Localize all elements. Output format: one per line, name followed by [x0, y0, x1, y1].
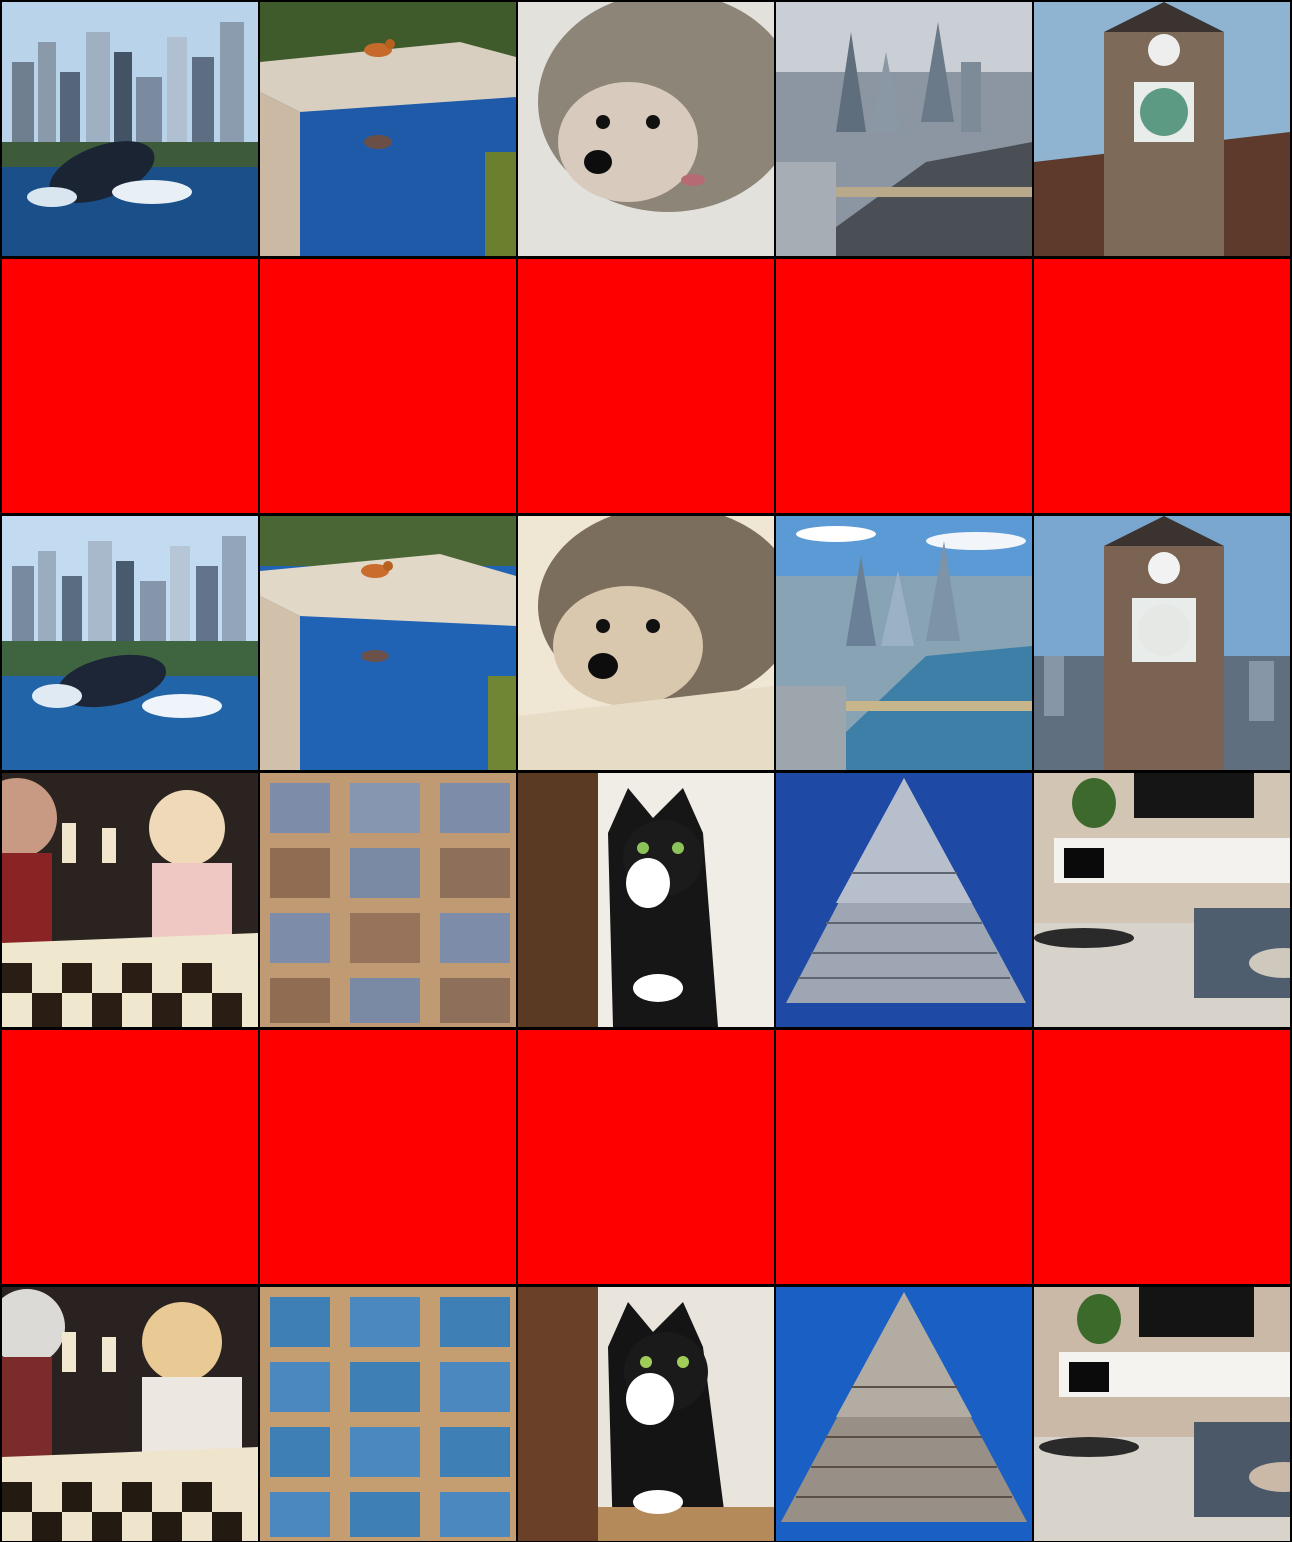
bookshelves-image — [260, 1287, 516, 1541]
tile-chess-photo — [2, 773, 258, 1027]
masked-tile — [1034, 259, 1290, 513]
clocktower-image — [1034, 516, 1290, 770]
tile-cat-photo — [518, 773, 774, 1027]
tile-pyramid-photo — [776, 773, 1032, 1027]
masked-tile — [260, 1030, 516, 1284]
tile-bookshelf-photo — [260, 773, 516, 1027]
masked-tile — [518, 259, 774, 513]
tuxedo-cat-image — [518, 1287, 774, 1541]
pyramid-image — [776, 1287, 1032, 1541]
clocktower-image — [1034, 2, 1290, 256]
tuxedo-cat-image — [518, 773, 774, 1027]
pyramid-image — [776, 773, 1032, 1027]
whale-skyline-image — [2, 2, 258, 256]
tile-livingroom-painted — [1034, 1287, 1290, 1541]
tile-chess-painted — [2, 1287, 258, 1541]
masked-tile — [260, 259, 516, 513]
london-aerial-image — [776, 2, 1032, 256]
masked-tile — [776, 1030, 1032, 1284]
masked-tile — [518, 1030, 774, 1284]
tile-livingroom-photo — [1034, 773, 1290, 1027]
masked-tile — [2, 1030, 258, 1284]
whale-skyline-image — [2, 516, 258, 770]
tile-pyramid-painted — [776, 1287, 1032, 1541]
tile-london-photo — [776, 2, 1032, 256]
tile-whale-photo — [2, 2, 258, 256]
living-room-image — [1034, 773, 1290, 1027]
bird-pool-image — [260, 516, 516, 770]
tile-hedgehog-painted — [518, 516, 774, 770]
tile-hedgehog-photo — [518, 2, 774, 256]
bookshelves-image — [260, 773, 516, 1027]
living-room-image — [1034, 1287, 1290, 1541]
tile-london-painted — [776, 516, 1032, 770]
bird-pool-image — [260, 2, 516, 256]
tile-cat-painted — [518, 1287, 774, 1541]
london-aerial-image — [776, 516, 1032, 770]
masked-tile — [2, 259, 258, 513]
hedgehog-image — [518, 2, 774, 256]
tile-bird-photo — [260, 2, 516, 256]
tile-whale-painted — [2, 516, 258, 770]
image-grid — [0, 0, 1292, 1542]
tile-bird-painted — [260, 516, 516, 770]
masked-tile — [1034, 1030, 1290, 1284]
chess-players-image — [2, 1287, 258, 1541]
tile-clocktower-painted — [1034, 516, 1290, 770]
hedgehog-image — [518, 516, 774, 770]
tile-bookshelf-painted — [260, 1287, 516, 1541]
masked-tile — [776, 259, 1032, 513]
tile-clocktower-photo — [1034, 2, 1290, 256]
chess-players-image — [2, 773, 258, 1027]
